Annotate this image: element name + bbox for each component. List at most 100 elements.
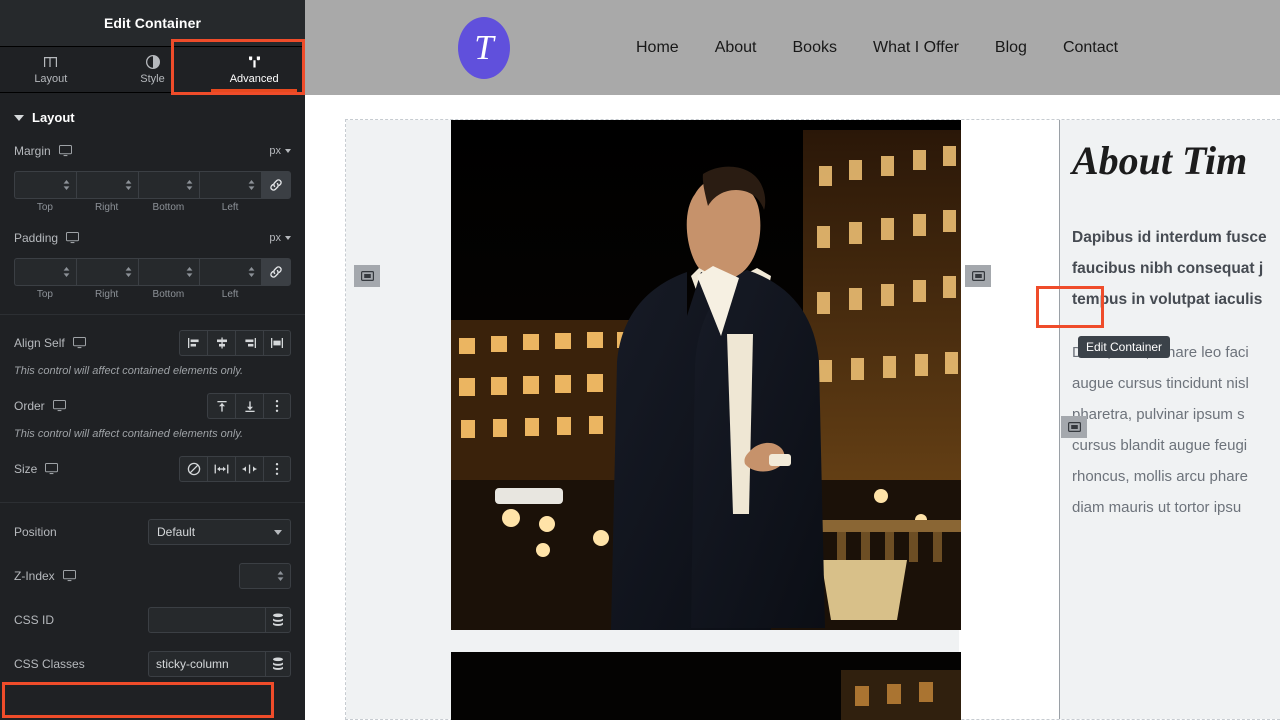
padding-left-input[interactable]: [199, 258, 261, 286]
margin-top-input[interactable]: [14, 171, 76, 199]
desktop-device-icon[interactable]: [62, 570, 76, 582]
portrait-night-image: [451, 120, 961, 630]
desktop-device-icon[interactable]: [66, 232, 80, 244]
css-id-dynamic-tags-button[interactable]: [265, 607, 291, 633]
size-options: [179, 456, 291, 482]
size-more-button[interactable]: [263, 456, 291, 482]
padding-label-wrap: Padding: [14, 231, 80, 245]
style-brush-icon: [145, 55, 160, 70]
layout-section-header[interactable]: Layout: [0, 93, 305, 138]
nav-item-books[interactable]: Books: [793, 39, 837, 57]
padding-side-left: Left: [221, 289, 239, 300]
padding-bottom-input[interactable]: [137, 258, 200, 286]
margin-side-left: Left: [221, 202, 239, 213]
align-self-start-button[interactable]: [179, 330, 207, 356]
about-body-line-5: rhoncus, mollis arcu phare: [1072, 468, 1248, 485]
size-grow-button[interactable]: [207, 456, 235, 482]
stepper-icon: [62, 266, 71, 278]
site-header: T Home About Books What I Offer Blog Con…: [305, 0, 1280, 95]
css-classes-dynamic-tags-button[interactable]: [265, 651, 291, 677]
padding-side-bottom: Bottom: [152, 289, 185, 300]
padding-unit-selector[interactable]: px: [269, 232, 291, 244]
stepper-icon: [185, 179, 194, 191]
margin-side-bottom: Bottom: [152, 202, 185, 213]
panel-tabs: Layout Style Advanced: [0, 47, 305, 93]
order-label-wrap: Order: [14, 399, 66, 413]
editor-canvas: About Tim Dapibus id interdum fusce fauc…: [305, 95, 1280, 720]
padding-top-input[interactable]: [14, 258, 76, 286]
size-shrink-button[interactable]: [235, 456, 263, 482]
tab-style[interactable]: Style: [102, 47, 204, 92]
padding-side-top: Top: [36, 289, 53, 300]
margin-unit-selector[interactable]: px: [269, 145, 291, 157]
stepper-icon: [185, 266, 194, 278]
nav-item-what-i-offer[interactable]: What I Offer: [873, 39, 959, 57]
about-body-line-6: diam mauris ut tortor ipsu: [1072, 499, 1242, 516]
layout-section-title: Layout: [32, 110, 75, 125]
padding-label: Padding: [14, 231, 59, 245]
site-logo[interactable]: T: [458, 16, 510, 79]
css-id-field[interactable]: [148, 607, 291, 633]
margin-bottom-input[interactable]: [137, 171, 200, 199]
about-body-line-3: pharetra, pulvinar ipsum s: [1072, 406, 1245, 423]
padding-side-labels: Top Right Bottom Left: [14, 289, 291, 300]
css-classes-field[interactable]: [148, 651, 291, 677]
position-select[interactable]: Default: [148, 519, 291, 545]
desktop-device-icon[interactable]: [72, 337, 86, 349]
divider: [0, 314, 305, 315]
container-icon: [971, 271, 985, 281]
z-index-label: Z-Index: [14, 569, 55, 583]
margin-left-input[interactable]: [199, 171, 261, 199]
container-handle-left[interactable]: [354, 265, 380, 287]
container-handle-about[interactable]: [1061, 416, 1087, 438]
tab-layout[interactable]: Layout: [0, 47, 102, 92]
padding-right-input[interactable]: [75, 258, 138, 286]
align-self-stretch-button[interactable]: [263, 330, 291, 356]
margin-right-input[interactable]: [75, 171, 138, 199]
tab-layout-label: Layout: [34, 72, 68, 85]
divider: [0, 502, 305, 503]
hero-photo[interactable]: [451, 120, 961, 630]
size-label-wrap: Size: [14, 462, 59, 476]
align-self-center-button[interactable]: [207, 330, 235, 356]
css-id-input[interactable]: [148, 607, 265, 633]
order-end-button[interactable]: [235, 393, 263, 419]
nav-item-contact[interactable]: Contact: [1063, 39, 1118, 57]
z-index-label-wrap: Z-Index: [14, 569, 76, 583]
chevron-down-icon: [285, 149, 291, 153]
align-self-label-wrap: Align Self: [14, 336, 86, 350]
padding-link-values-toggle[interactable]: [261, 258, 291, 286]
desktop-device-icon[interactable]: [45, 463, 59, 475]
z-index-input[interactable]: [239, 563, 291, 589]
photo-column[interactable]: [346, 120, 961, 720]
about-lead-line-2: faucibus nibh consequat j: [1072, 260, 1264, 277]
nav-item-about[interactable]: About: [715, 39, 757, 57]
size-none-button[interactable]: [179, 456, 207, 482]
nav-item-home[interactable]: Home: [636, 39, 679, 57]
align-self-options: [179, 330, 291, 356]
order-more-button[interactable]: [263, 393, 291, 419]
about-lead-paragraph: Dapibus id interdum fusce faucibus nibh …: [1072, 222, 1280, 315]
css-classes-label: CSS Classes: [14, 657, 85, 671]
panel-title: Edit Container: [103, 15, 202, 31]
css-classes-input[interactable]: [148, 651, 265, 677]
chevron-down-icon: [274, 529, 282, 535]
z-index-control: Z-Index: [0, 563, 305, 589]
margin-link-values-toggle[interactable]: [261, 171, 291, 199]
nav-item-blog[interactable]: Blog: [995, 39, 1027, 57]
second-photo[interactable]: [451, 652, 961, 720]
padding-control: Padding px Top Right Bottom Left: [0, 225, 305, 300]
order-control: Order: [0, 393, 305, 419]
elementor-editor-panel: Edit Container Layout Style Advanced Lay…: [0, 0, 305, 720]
about-lead-line-3: tempus in volutpat iaculis: [1072, 291, 1263, 308]
margin-side-labels: Top Right Bottom Left: [14, 202, 291, 213]
desktop-device-icon[interactable]: [58, 145, 72, 157]
about-column[interactable]: About Tim Dapibus id interdum fusce fauc…: [1059, 120, 1280, 719]
desktop-device-icon[interactable]: [52, 400, 66, 412]
tab-advanced[interactable]: Advanced: [203, 47, 305, 92]
align-self-end-button[interactable]: [235, 330, 263, 356]
order-start-button[interactable]: [207, 393, 235, 419]
about-heading: About Tim: [1072, 138, 1248, 183]
container-handle-right[interactable]: [965, 265, 991, 287]
site-preview-canvas: T Home About Books What I Offer Blog Con…: [305, 0, 1280, 720]
